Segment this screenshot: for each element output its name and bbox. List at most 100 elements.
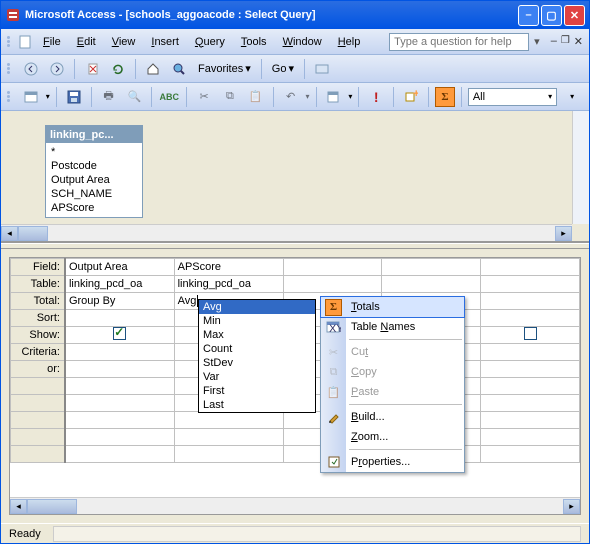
row-label-field: Field: <box>11 259 65 276</box>
nav-forward-button[interactable] <box>46 58 68 80</box>
cell-table[interactable]: linking_pcd_oa <box>174 276 283 293</box>
menu-tools[interactable]: Tools <box>234 34 274 50</box>
totals-button[interactable]: Σ <box>435 87 455 107</box>
home-button[interactable] <box>142 58 164 80</box>
paste-button[interactable]: 📋 <box>245 86 267 108</box>
mdi-close-button[interactable]: ✕ <box>574 35 583 48</box>
app-icon <box>5 7 21 23</box>
minimize-button[interactable]: – <box>518 5 539 26</box>
field-item[interactable]: APScore <box>49 201 139 215</box>
dropdown-option[interactable]: Min <box>199 314 315 328</box>
menu-query[interactable]: Query <box>188 34 232 50</box>
stop-button[interactable] <box>81 58 103 80</box>
scroll-right-button[interactable]: ▸ <box>563 499 580 514</box>
spelling-button[interactable]: ABC <box>158 86 180 108</box>
scroll-left-button[interactable]: ◂ <box>10 499 27 514</box>
dropdown-option[interactable]: Avg <box>199 300 315 314</box>
maximize-button[interactable]: ▢ <box>541 5 562 26</box>
toolbar-options-button[interactable]: ▾ <box>561 86 583 108</box>
menu-window[interactable]: Window <box>276 34 329 50</box>
dropdown-option[interactable]: StDev <box>199 356 315 370</box>
menu-insert[interactable]: Insert <box>144 34 186 50</box>
view-button[interactable] <box>20 86 42 108</box>
svg-text:XYZ: XYZ <box>329 323 341 335</box>
menu-file[interactable]: File <box>36 34 68 50</box>
go-button[interactable]: Go ▾ <box>268 60 298 77</box>
vertical-scrollbar[interactable] <box>572 111 589 224</box>
print-preview-button[interactable]: 🔍 <box>123 86 145 108</box>
paste-icon: 📋 <box>325 384 342 401</box>
ctx-cut: ✂ Cut <box>321 342 464 362</box>
dropdown-option[interactable]: First <box>199 384 315 398</box>
favorites-button[interactable]: Favorites ▾ <box>194 60 255 77</box>
table-pane: linking_pc... * Postcode Output Area SCH… <box>1 111 589 243</box>
copy-button[interactable]: ⧉ <box>219 86 241 108</box>
field-item[interactable]: SCH_NAME <box>49 187 139 201</box>
ctx-zoom[interactable]: Zoom... <box>321 427 464 447</box>
field-item[interactable]: Postcode <box>49 159 139 173</box>
cell-total[interactable]: Group By <box>65 293 174 310</box>
scroll-left-button[interactable]: ◂ <box>1 226 18 241</box>
field-item[interactable]: * <box>49 145 139 159</box>
top-values-combo[interactable]: All▾ <box>468 88 557 106</box>
cut-button[interactable]: ✂ <box>193 86 215 108</box>
save-button[interactable] <box>63 86 85 108</box>
cell-empty[interactable] <box>283 259 382 276</box>
ctx-table-names[interactable]: XYZ Table Names <box>321 317 464 337</box>
print-button[interactable]: 🖶 <box>98 86 120 108</box>
dropdown-option[interactable]: Last <box>199 398 315 412</box>
cell-table[interactable]: linking_pcd_oa <box>65 276 174 293</box>
checkbox-icon <box>524 327 537 340</box>
menu-view[interactable]: View <box>105 34 143 50</box>
row-label-criteria: Criteria: <box>11 344 65 361</box>
dropdown-option[interactable]: Count <box>199 342 315 356</box>
qbe-grid: Field: Output Area APScore Table: linkin… <box>9 257 581 515</box>
scroll-right-button[interactable]: ▸ <box>555 226 572 241</box>
aggregate-dropdown[interactable]: Avg Min Max Count StDev Var First Last <box>198 299 316 413</box>
scroll-thumb[interactable] <box>27 499 77 514</box>
query-type-button[interactable] <box>322 86 344 108</box>
show-table-button[interactable]: + <box>400 86 422 108</box>
dropdown-option[interactable]: Max <box>199 328 315 342</box>
undo-button[interactable]: ↶ <box>280 86 302 108</box>
ctx-properties[interactable]: Properties... <box>321 452 464 472</box>
cell-show[interactable] <box>65 327 174 344</box>
menu-edit[interactable]: Edit <box>70 34 103 50</box>
menu-help[interactable]: Help <box>331 34 368 50</box>
ctx-totals[interactable]: Σ Totals <box>321 297 464 317</box>
row-label-show: Show: <box>11 327 65 344</box>
scroll-thumb[interactable] <box>18 226 48 241</box>
cell-empty[interactable] <box>382 259 481 276</box>
window-title: Microsoft Access - [schools_aggoacode : … <box>25 9 518 21</box>
cell-field[interactable]: APScore <box>174 259 283 276</box>
checkbox-icon <box>113 327 126 340</box>
dropdown-option[interactable]: Var <box>199 370 315 384</box>
search-web-button[interactable] <box>168 58 190 80</box>
help-dropdown-icon[interactable]: ▾ <box>531 35 543 48</box>
ctx-build[interactable]: Build... <box>321 407 464 427</box>
workspace: linking_pc... * Postcode Output Area SCH… <box>1 111 589 523</box>
refresh-button[interactable] <box>107 58 129 80</box>
ctx-copy: ⧉ Copy <box>321 362 464 382</box>
close-button[interactable]: ✕ <box>564 5 585 26</box>
cut-icon: ✂ <box>325 344 342 361</box>
nav-back-button[interactable] <box>20 58 42 80</box>
show-only-web-button[interactable] <box>311 58 333 80</box>
cell-field[interactable]: Output Area <box>65 259 174 276</box>
horizontal-scrollbar[interactable]: ◂ ▸ <box>1 224 572 241</box>
grid-horizontal-scrollbar[interactable]: ◂ ▸ <box>10 497 580 514</box>
table-card[interactable]: linking_pc... * Postcode Output Area SCH… <box>45 125 143 218</box>
field-item[interactable]: Output Area <box>49 173 139 187</box>
help-search-input[interactable] <box>389 33 529 51</box>
row-label-table: Table: <box>11 276 65 293</box>
cell-empty[interactable] <box>481 259 580 276</box>
app-window: Microsoft Access - [schools_aggoacode : … <box>0 0 590 544</box>
menubar: File Edit View Insert Query Tools Window… <box>1 29 589 55</box>
splitter[interactable] <box>1 243 589 249</box>
mdi-minimize-button[interactable]: – <box>551 35 557 48</box>
mdi-restore-button[interactable]: ❐ <box>561 35 570 48</box>
ctx-paste: 📋 Paste <box>321 382 464 402</box>
web-toolbar: Favorites ▾ Go ▾ <box>1 55 589 83</box>
run-button[interactable]: ! <box>365 86 387 108</box>
status-text: Ready <box>9 528 41 540</box>
